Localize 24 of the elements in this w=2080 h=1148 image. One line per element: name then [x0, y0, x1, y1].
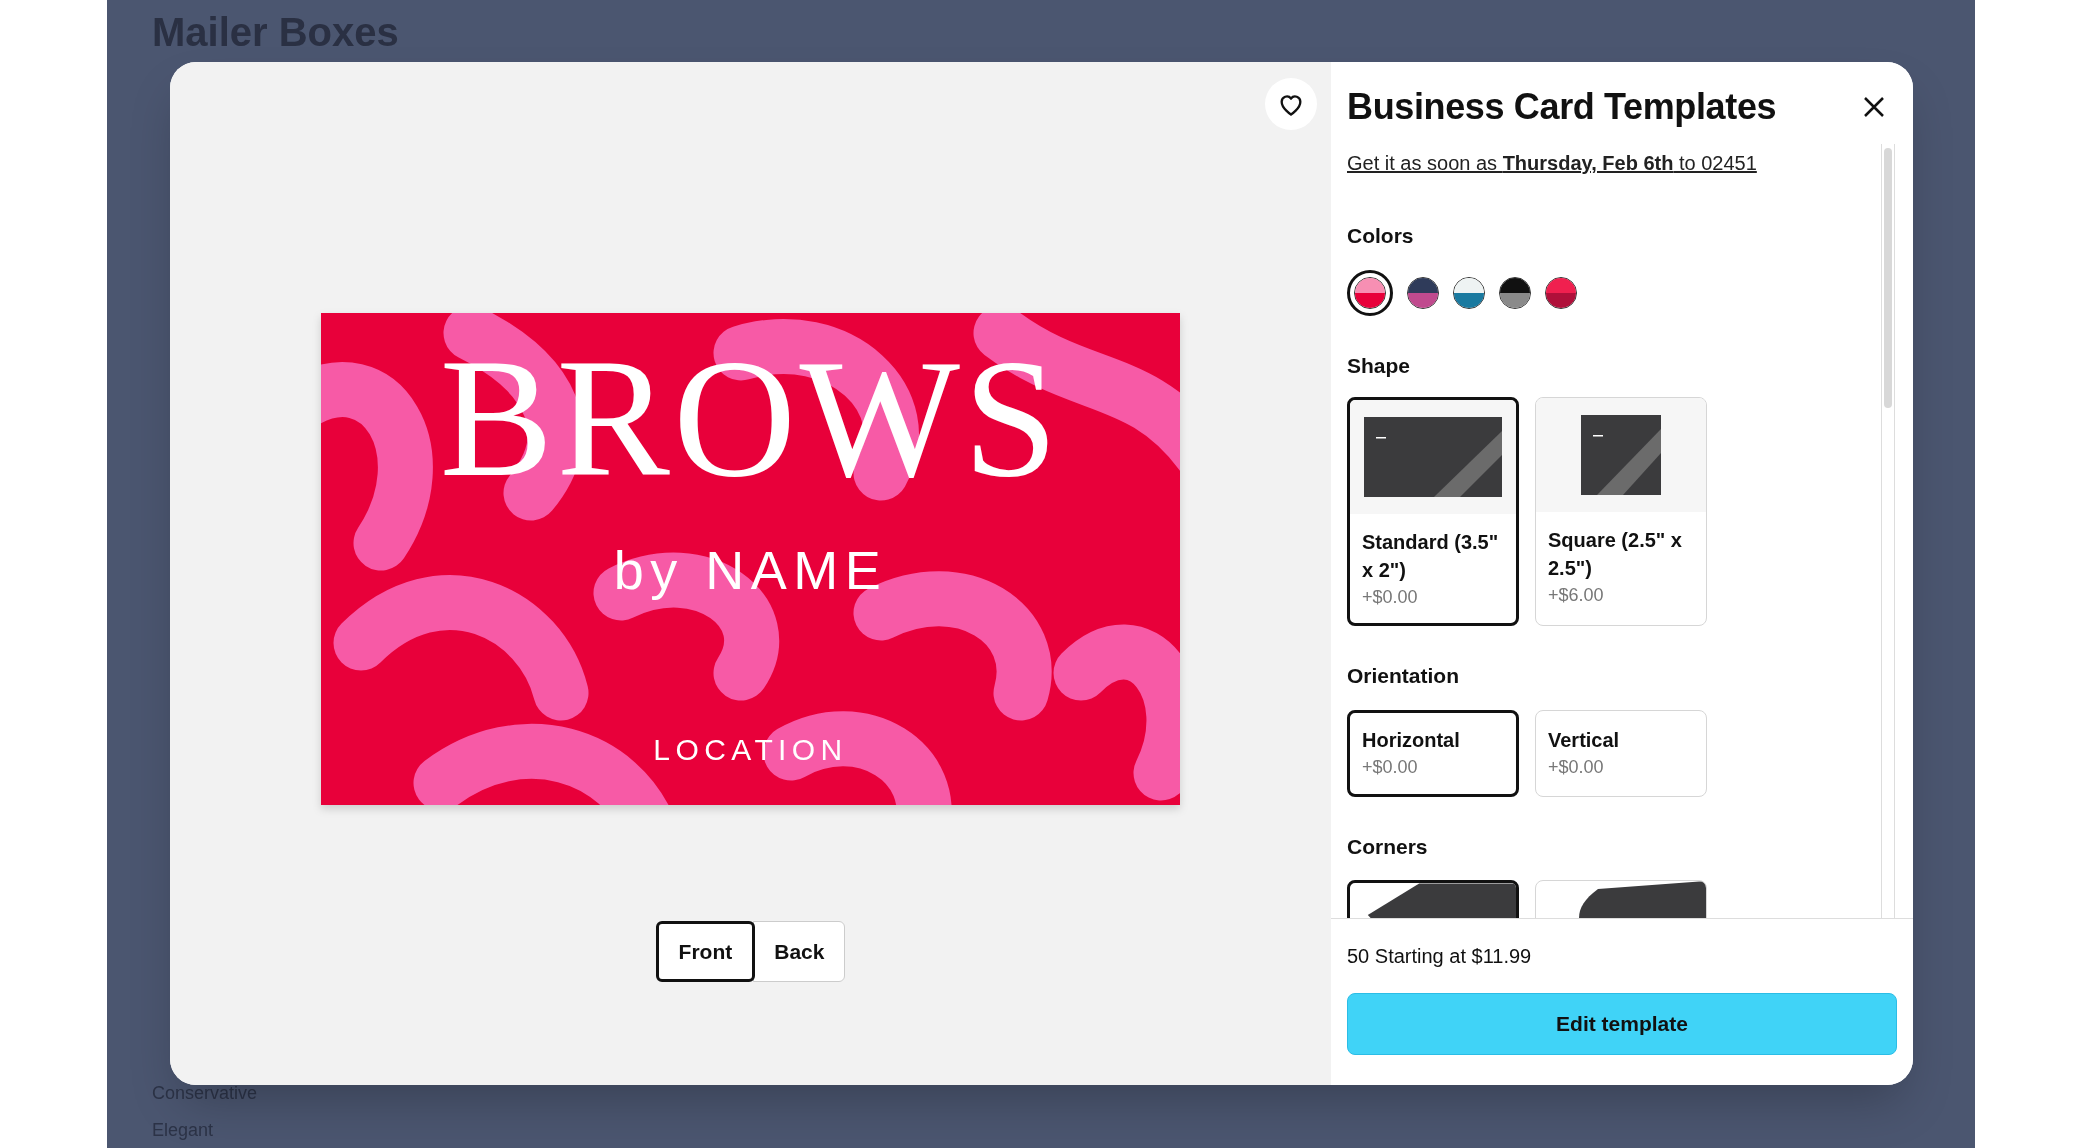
corners-heading: Corners [1347, 833, 1429, 860]
card-brand-name: BROWS [439, 333, 1062, 503]
favorite-button[interactable] [1265, 78, 1317, 130]
side-toggle-tab[interactable]: Front [655, 921, 756, 982]
colors-heading: Colors [1347, 223, 1415, 249]
color-swatch[interactable] [1453, 276, 1485, 309]
shape-option-card[interactable]: Standard (3.5" x 2") +$0.00 [1347, 397, 1519, 626]
panel-title: Business Card Templates [1347, 85, 1777, 129]
close-icon[interactable] [1863, 96, 1885, 118]
color-swatch[interactable] [1499, 276, 1531, 309]
color-swatch[interactable] [1407, 276, 1439, 309]
color-swatch[interactable] [1545, 276, 1577, 309]
orientation-option-card[interactable]: Vertical +$0.00 [1535, 709, 1707, 797]
scrollbar-thumb[interactable] [1884, 148, 1892, 408]
edit-template-button[interactable]: Edit template [1347, 993, 1897, 1055]
price-summary: 50 Starting at $11.99 [1347, 944, 1533, 969]
card-location: LOCATION [653, 735, 848, 765]
shape-heading: Shape [1347, 352, 1412, 379]
color-swatch[interactable] [1347, 269, 1393, 316]
delivery-estimate-link[interactable]: Get it as soon as Thursday, Feb 6th to 02451 [1347, 148, 1881, 178]
side-toggle-tab[interactable]: Back [753, 921, 846, 982]
shape-option-card[interactable]: Square (2.5" x 2.5") +$6.00 [1535, 397, 1707, 626]
orientation-option-card[interactable]: Horizontal +$0.00 [1347, 709, 1519, 797]
orientation-heading: Orientation [1347, 663, 1460, 689]
